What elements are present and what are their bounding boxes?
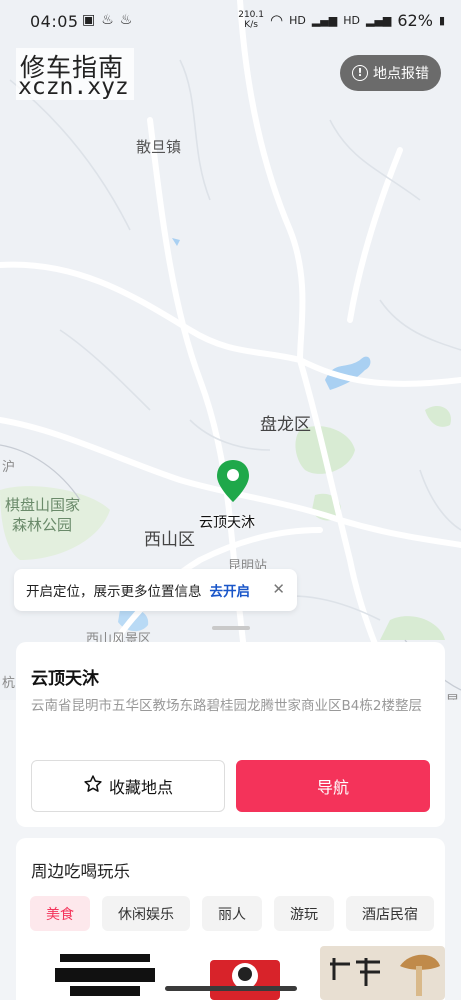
gallery-icon: ▣: [82, 12, 96, 28]
info-icon: !: [352, 65, 368, 81]
battery-icon: ▮: [438, 13, 445, 27]
map-label-edge-left2: 杭: [2, 676, 16, 691]
home-indicator[interactable]: [165, 986, 297, 991]
map-label-edge-left: 沪: [2, 460, 16, 475]
wifi-icon: ◠: [270, 11, 284, 29]
location-banner-text: 开启定位，展示更多位置信息: [26, 584, 202, 600]
pin-label: 云顶天沐: [199, 515, 255, 531]
map-label-xishan: 西山区: [144, 530, 195, 550]
place-card: 云顶天沐 云南省昆明市五华区教场东路碧桂园龙腾世家商业区B4栋2楼整层 收藏地点…: [16, 642, 445, 827]
signal-label-1: HD: [289, 13, 306, 27]
tab-hotel[interactable]: 酒店民宿: [346, 896, 434, 931]
status-time: 04:05: [30, 12, 79, 31]
star-icon: [83, 774, 103, 798]
map-label-edge-right: 昆: [446, 690, 459, 700]
favorite-label: 收藏地点: [108, 778, 173, 797]
place-address: 云南省昆明市五华区教场东路碧桂园龙腾世家商业区B4栋2楼整层: [31, 698, 422, 714]
navigate-label: 导航: [316, 778, 349, 797]
tab-play[interactable]: 游玩: [274, 896, 334, 931]
map-label-panlong: 盘龙区: [260, 415, 311, 435]
thumbnail-restaurant-1[interactable]: [40, 946, 170, 1000]
signal-icon: ▂▄▆: [311, 13, 338, 27]
tab-food[interactable]: 美食: [30, 896, 90, 931]
signal-icon-2: ▂▄▆: [365, 13, 392, 27]
status-right: 210.1 K/s ◠ HD ▂▄▆ HD ▂▄▆ 62% ▮: [238, 10, 445, 30]
net-speed-value: 210.1: [238, 10, 264, 20]
watermark: 修车指南 xczn.xyz: [16, 48, 134, 100]
map-label-forest: 森林公园: [12, 516, 73, 534]
nearby-thumbnails: [30, 946, 445, 1000]
report-label: 地点报错: [373, 66, 429, 82]
app-notification-icon: ♨: [101, 12, 114, 28]
map-label-sandan: 散旦镇: [136, 138, 182, 156]
nearby-title: 周边吃喝玩乐: [31, 862, 130, 881]
nearby-tabs: 美食 休闲娱乐 丽人 游玩 酒店民宿: [30, 896, 434, 931]
navigate-button[interactable]: 导航: [236, 760, 430, 812]
report-location-button[interactable]: ! 地点报错: [340, 55, 441, 91]
signal-label-2: HD: [343, 13, 360, 27]
location-permission-banner: 开启定位，展示更多位置信息 去开启 ✕: [14, 569, 297, 611]
map-label-qipan: 棋盘山国家: [5, 496, 81, 514]
favorite-button[interactable]: 收藏地点: [31, 760, 225, 812]
close-icon[interactable]: ✕: [272, 580, 285, 598]
nearby-card: 周边吃喝玩乐 美食 休闲娱乐 丽人 游玩 酒店民宿: [16, 838, 445, 1000]
tab-beauty[interactable]: 丽人: [202, 896, 262, 931]
net-speed-unit: K/s: [244, 20, 258, 30]
app-notification-icon-2: ♨: [119, 12, 133, 28]
status-bar: 04:05 ▣ ♨ ♨ 210.1 K/s ◠ HD ▂▄▆ HD ▂▄▆ 62…: [0, 0, 461, 44]
battery-level: 62%: [397, 10, 433, 30]
status-notification-icons: ▣ ♨ ♨: [82, 12, 132, 28]
place-name: 云顶天沐: [31, 669, 99, 689]
net-speed: 210.1 K/s: [238, 10, 264, 30]
watermark-en: xczn.xyz: [18, 74, 129, 100]
thumbnail-restaurant-3[interactable]: [320, 946, 445, 1000]
thumbnail-restaurant-2[interactable]: [200, 946, 290, 1000]
tab-leisure[interactable]: 休闲娱乐: [102, 896, 190, 931]
enable-location-link[interactable]: 去开启: [210, 580, 251, 600]
sheet-drag-handle[interactable]: [212, 626, 250, 630]
